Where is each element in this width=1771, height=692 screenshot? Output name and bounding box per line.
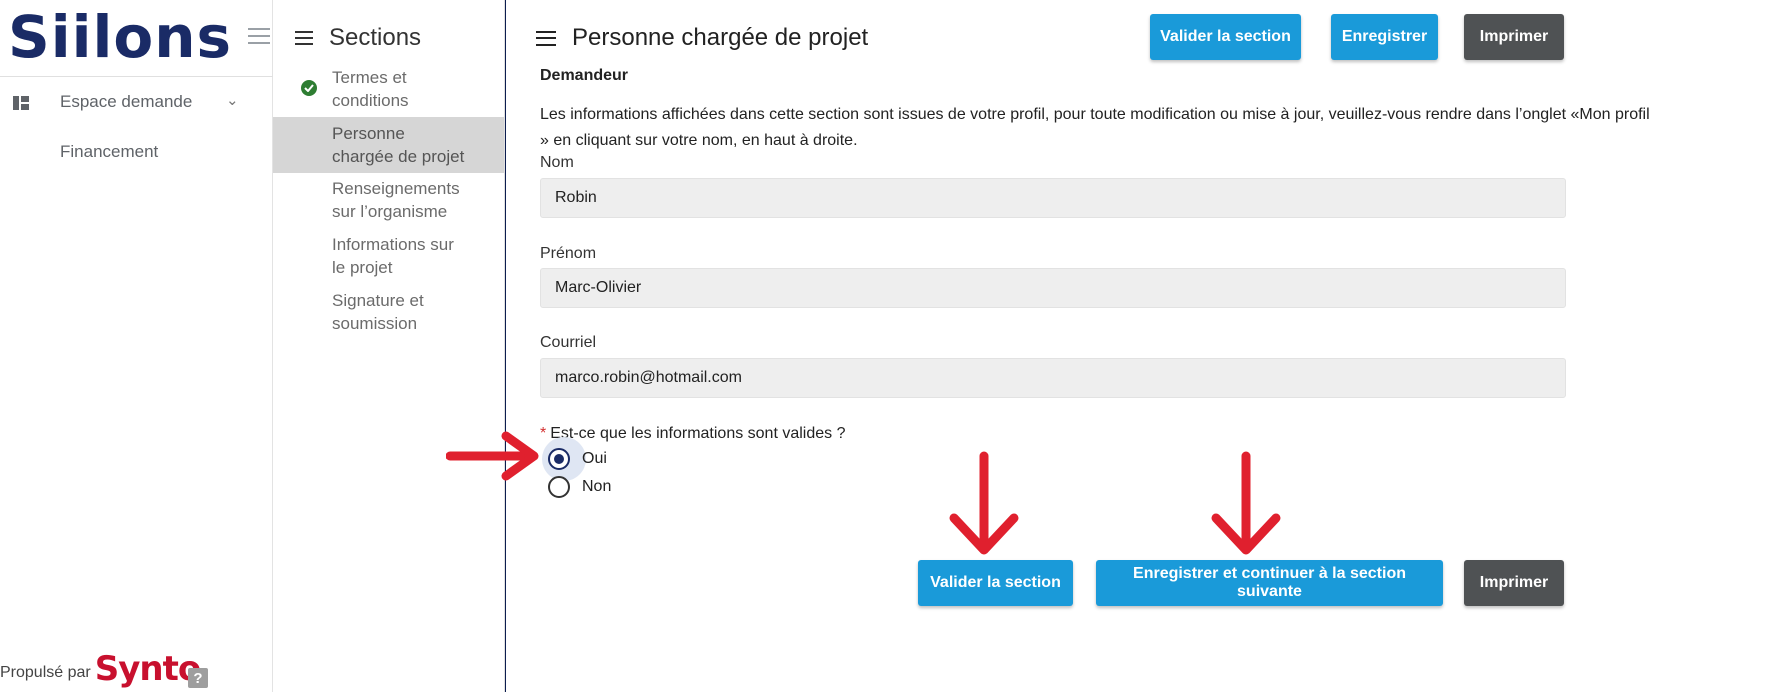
validate-section-button-top[interactable]: Valider la section bbox=[1150, 14, 1301, 60]
prenom-field[interactable]: Marc-Olivier bbox=[540, 268, 1566, 308]
help-icon[interactable]: ? bbox=[188, 668, 208, 688]
section-item-signature[interactable]: Signature et soumission bbox=[273, 289, 504, 337]
nav-item-label: Espace demande bbox=[60, 92, 193, 111]
check-circle-icon bbox=[301, 80, 317, 96]
validate-section-button-bottom[interactable]: Valider la section bbox=[918, 560, 1073, 606]
save-button-top[interactable]: Enregistrer bbox=[1331, 14, 1438, 60]
radio-label-oui: Oui bbox=[582, 450, 607, 467]
nom-field[interactable]: Robin bbox=[540, 178, 1566, 218]
section-item-label-line1: Signature et bbox=[332, 291, 424, 310]
main-panel: Personne chargée de projet Valider la se… bbox=[506, 0, 1771, 692]
nav-divider bbox=[0, 76, 273, 77]
section-item-informations[interactable]: Informations sur le projet bbox=[273, 233, 504, 281]
brand: Siilons bbox=[8, 2, 232, 72]
validity-question: * Est-ce que les informations sont valide… bbox=[540, 425, 846, 443]
courriel-field[interactable]: marco.robin@hotmail.com bbox=[540, 358, 1566, 398]
screenshot-frame: Siilons Espace demande ⌄ Financement Pro… bbox=[0, 0, 1771, 692]
menu-icon[interactable] bbox=[536, 30, 556, 46]
section-item-label-line2: chargée de projet bbox=[332, 147, 465, 166]
nav-item-espace-demande[interactable]: Espace demande ⌄ bbox=[0, 88, 270, 118]
section-item-label-line2: le projet bbox=[332, 258, 393, 277]
hamburger-icon[interactable] bbox=[248, 28, 270, 44]
powered-by: Propulsé par Synto bbox=[0, 649, 201, 689]
page-header: Personne chargée de projet bbox=[536, 24, 868, 52]
section-item-label-line1: Personne bbox=[332, 124, 405, 143]
save-continue-button[interactable]: Enregistrer et continuer à la section su… bbox=[1096, 560, 1443, 606]
print-button-bottom[interactable]: Imprimer bbox=[1464, 560, 1564, 606]
section-item-termes[interactable]: Termes et conditions bbox=[273, 66, 504, 114]
section-item-label-line2: soumission bbox=[332, 314, 418, 333]
synto-logo: Synto bbox=[94, 649, 201, 689]
arrow-right-icon bbox=[446, 431, 539, 481]
section-item-label-line2: sur l’organisme bbox=[332, 202, 448, 221]
sections-header: Sections bbox=[295, 24, 421, 52]
radio-button-non[interactable] bbox=[548, 476, 570, 498]
radio-option-oui[interactable]: Oui bbox=[548, 448, 607, 470]
prenom-label: Prénom bbox=[540, 245, 597, 262]
arrow-down-icon bbox=[949, 451, 1019, 555]
arrow-down-icon bbox=[1211, 451, 1281, 555]
dashboard-icon bbox=[13, 96, 29, 110]
section-item-personne[interactable]: Personne chargée de projet bbox=[273, 117, 504, 173]
chevron-down-icon: ⌄ bbox=[226, 92, 239, 109]
section-item-label-line1: Renseignements bbox=[332, 179, 460, 198]
nom-label: Nom bbox=[540, 154, 574, 171]
list-icon bbox=[295, 31, 313, 45]
section-item-label-line2: conditions bbox=[332, 91, 409, 110]
question-text: Est-ce que les informations sont valides… bbox=[550, 425, 846, 442]
radio-label-non: Non bbox=[582, 478, 612, 495]
section-item-label-line1: Informations sur bbox=[332, 235, 454, 254]
radio-option-non[interactable]: Non bbox=[548, 476, 611, 498]
radio-button-oui[interactable] bbox=[548, 448, 570, 470]
print-button-top[interactable]: Imprimer bbox=[1464, 14, 1564, 60]
left-navigation: Siilons Espace demande ⌄ Financement Pro… bbox=[0, 0, 273, 692]
page-title: Personne chargée de projet bbox=[572, 24, 869, 51]
section-item-renseignements[interactable]: Renseignements sur l’organisme bbox=[273, 177, 504, 225]
powered-by-label: Propulsé par bbox=[0, 664, 91, 681]
sections-panel: Sections Termes et conditions Personne c… bbox=[273, 0, 505, 692]
courriel-label: Courriel bbox=[540, 334, 597, 351]
profile-info-text: Les informations affichées dans cette se… bbox=[540, 106, 1650, 149]
nav-item-financement[interactable]: Financement bbox=[60, 142, 158, 162]
section-item-label-line1: Termes et bbox=[332, 68, 407, 87]
siilons-logo: Siilons bbox=[8, 3, 233, 71]
sections-title: Sections bbox=[329, 24, 422, 51]
applicant-heading: Demandeur bbox=[540, 67, 629, 84]
